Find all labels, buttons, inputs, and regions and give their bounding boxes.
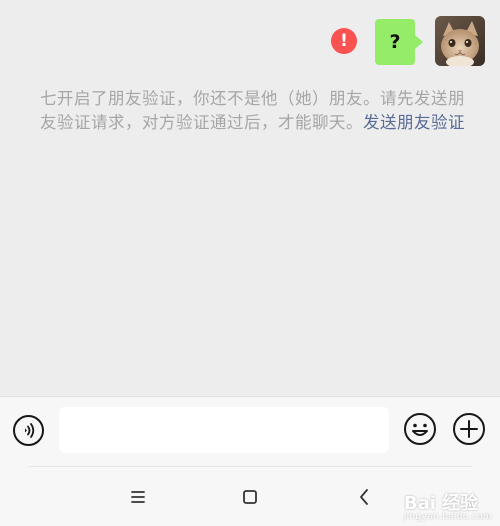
watermark-url: jingyan.baidu.com	[403, 512, 492, 522]
send-verification-link[interactable]: 发送朋友验证	[363, 113, 465, 132]
cat-avatar-image	[435, 16, 485, 66]
message-bubble[interactable]: ?	[375, 19, 415, 65]
home-icon	[243, 490, 257, 504]
input-bar	[0, 396, 500, 467]
more-button[interactable]	[452, 412, 486, 446]
avatar[interactable]	[435, 16, 485, 66]
menu-icon	[131, 491, 145, 503]
back-icon	[360, 489, 368, 505]
voice-button[interactable]	[13, 415, 44, 446]
message-input[interactable]	[59, 407, 389, 453]
send-failed-icon[interactable]: !	[331, 28, 357, 54]
watermark-brand: Bai 经验	[403, 493, 479, 514]
menu-button[interactable]	[124, 483, 152, 511]
baidu-jingyan-watermark: Bai 经验 jingyan.baidu.com	[404, 489, 492, 522]
voice-icon	[25, 423, 35, 438]
emoji-icon	[404, 413, 436, 445]
emoji-button[interactable]	[403, 412, 437, 446]
plus-icon	[453, 413, 485, 445]
chat-area: ! ? 七开启了朋友验证，你还不是他（她）朋友。请先发送朋友验证请求，对方验证通…	[0, 0, 500, 396]
bubble-tail	[415, 35, 423, 49]
home-button[interactable]	[236, 483, 264, 511]
friend-verification-notice: 七开启了朋友验证，你还不是他（她）朋友。请先发送朋友验证请求，对方验证通过后，才…	[40, 87, 465, 135]
back-button[interactable]	[350, 483, 378, 511]
